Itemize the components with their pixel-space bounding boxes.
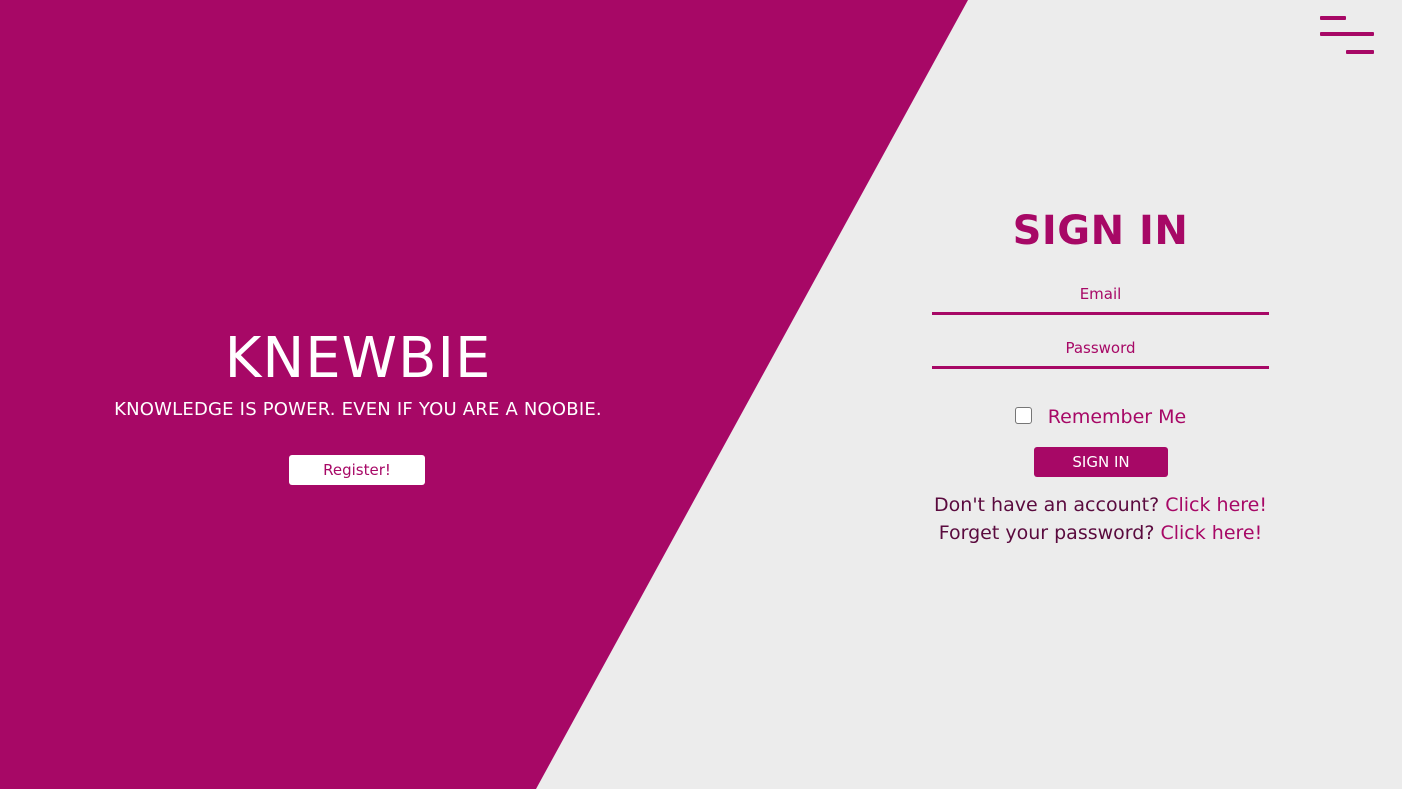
register-prompt-text: Don't have an account? [934, 494, 1160, 516]
brand-panel [0, 0, 968, 789]
login-page: KNEWBIE KNOWLEDGE IS POWER. EVEN IF YOU … [0, 0, 1402, 789]
remember-me-checkbox[interactable] [1014, 406, 1032, 424]
brand-tagline: KNOWLEDGE IS POWER. EVEN IF YOU ARE A NO… [114, 399, 602, 420]
password-field[interactable] [932, 330, 1269, 369]
forgot-password-prompt: Forget your password? Click here! [902, 519, 1299, 547]
email-field[interactable] [932, 276, 1269, 315]
forgot-password-text: Forget your password? [938, 522, 1155, 544]
hamburger-menu-icon[interactable] [1318, 14, 1376, 60]
menu-line-top [1320, 16, 1346, 20]
menu-line-bottom [1346, 50, 1374, 54]
menu-line-middle [1320, 32, 1374, 36]
signin-title: SIGN IN [1012, 208, 1189, 254]
register-prompt: Don't have an account? Click here! [902, 491, 1299, 519]
register-link[interactable]: Click here! [1165, 494, 1267, 516]
forgot-password-link[interactable]: Click here! [1160, 522, 1262, 544]
remember-me-row: Remember Me [932, 404, 1269, 430]
signin-button[interactable]: SIGN IN [1034, 447, 1168, 477]
brand-title: KNEWBIE [224, 326, 492, 391]
register-button[interactable]: Register! [289, 455, 425, 485]
remember-me-label[interactable]: Remember Me [1048, 404, 1186, 430]
